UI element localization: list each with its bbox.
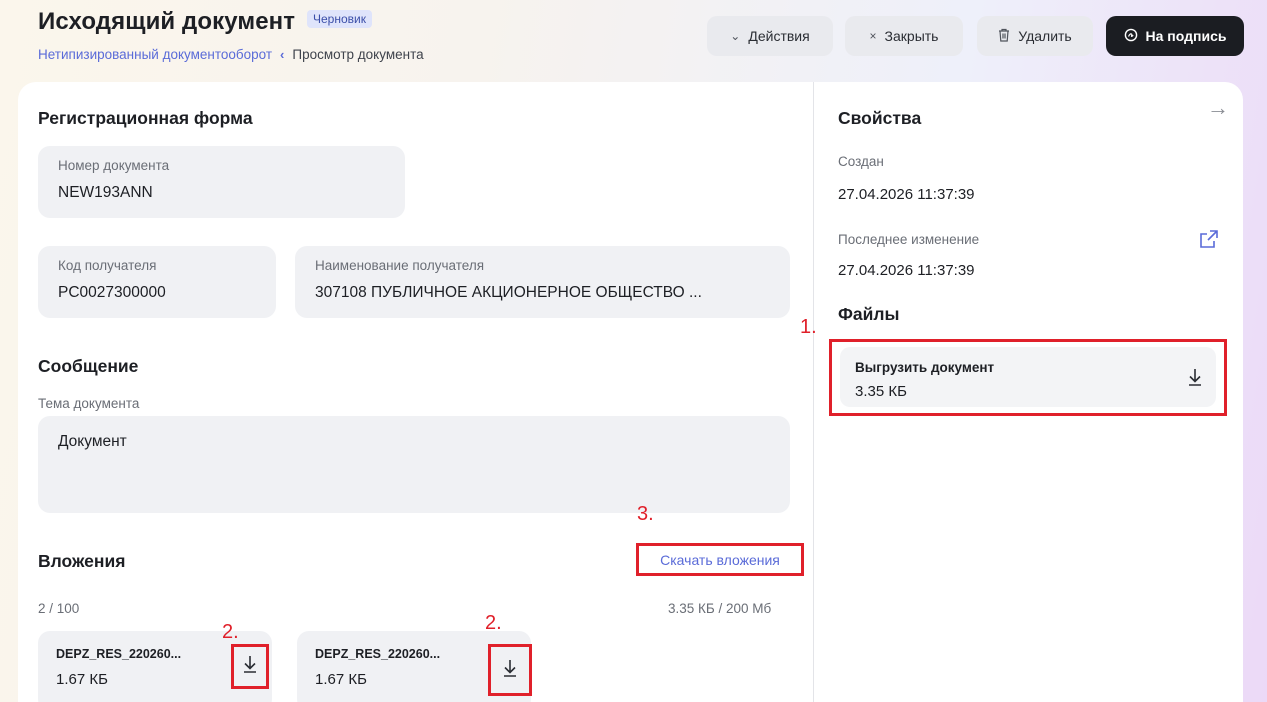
trash-icon [998,28,1010,45]
delete-button-label: Удалить [1018,28,1072,44]
files-title: Файлы [838,304,900,324]
download-icon[interactable] [1187,367,1203,392]
attachment-download-button[interactable] [231,644,269,689]
send-to-sign-button[interactable]: На подпись [1106,16,1244,56]
breadcrumb-current: Просмотр документа [292,47,424,62]
subject-label: Тема документа [38,396,140,411]
close-button[interactable]: × Закрыть [845,16,963,56]
download-icon [502,658,518,683]
annotation-marker: 2. [222,621,239,643]
registration-form-title: Регистрационная форма [38,108,253,128]
export-document-card: Выгрузить документ 3.35 КБ [840,347,1216,407]
attachment-name: DEPZ_RES_220260... [56,647,182,661]
doc-number-value: NEW193ANN [58,184,153,201]
close-icon: × [869,29,877,43]
recipient-code-value: PC0027300000 [58,284,166,301]
subject-value: Документ [58,433,127,450]
download-icon [242,654,258,679]
annotation-marker: 1. [800,316,817,338]
breadcrumb-separator-icon: ‹ [280,47,285,62]
recipient-name-value: 307108 ПУБЛИЧНОЕ АКЦИОНЕРНОЕ ОБЩЕСТВО ..… [315,284,702,301]
recipient-name-label: Наименование получателя [315,258,485,273]
attachments-count: 2 / 100 [38,601,80,616]
attachment-size: 1.67 КБ [56,671,108,688]
actions-button[interactable]: ⌄ Действия [707,16,833,56]
close-button-label: Закрыть [884,28,939,44]
send-to-sign-label: На подпись [1145,28,1227,44]
message-title: Сообщение [38,356,139,376]
modified-value: 27.04.2026 11:37:39 [838,262,975,279]
recipient-code-label: Код получателя [58,258,157,273]
recipient-name-field[interactable]: Наименование получателя 307108 ПУБЛИЧНОЕ… [295,246,790,318]
actions-button-label: Действия [748,28,810,44]
properties-title: Свойства [838,108,922,128]
status-badge: Черновик [307,10,372,28]
panel-divider [813,82,814,702]
external-link-icon[interactable] [1199,229,1219,254]
export-document-size: 3.35 КБ [855,383,907,400]
signature-icon [1124,28,1138,45]
page-title: Исходящий документ [38,8,296,35]
chevron-down-icon: ⌄ [730,29,741,43]
annotation-marker: 3. [637,503,654,525]
attachments-title: Вложения [38,551,126,571]
attachments-size-used: 3.35 КБ / 200 Мб [668,601,772,616]
breadcrumb: Нетипизированный документооборот ‹ Просм… [38,47,424,62]
attachment-download-button[interactable] [488,644,532,696]
delete-button[interactable]: Удалить [977,16,1093,56]
created-value: 27.04.2026 11:37:39 [838,186,975,203]
modified-label: Последнее изменение [838,232,980,247]
export-document-item[interactable]: Выгрузить документ 3.35 КБ [829,339,1227,416]
created-label: Создан [838,154,884,169]
attachment-name: DEPZ_RES_220260... [315,647,441,661]
doc-number-field[interactable]: Номер документа NEW193ANN [38,146,405,218]
collapse-panel-icon[interactable]: → [1207,95,1229,121]
export-document-title: Выгрузить документ [855,360,995,375]
breadcrumb-link[interactable]: Нетипизированный документооборот [38,47,272,62]
doc-number-label: Номер документа [58,158,170,173]
annotation-marker: 2. [485,612,502,634]
subject-textarea[interactable]: Документ [38,416,790,513]
attachment-size: 1.67 КБ [315,671,367,688]
download-attachments-link[interactable]: Скачать вложения [636,543,804,576]
recipient-code-field[interactable]: Код получателя PC0027300000 [38,246,276,318]
